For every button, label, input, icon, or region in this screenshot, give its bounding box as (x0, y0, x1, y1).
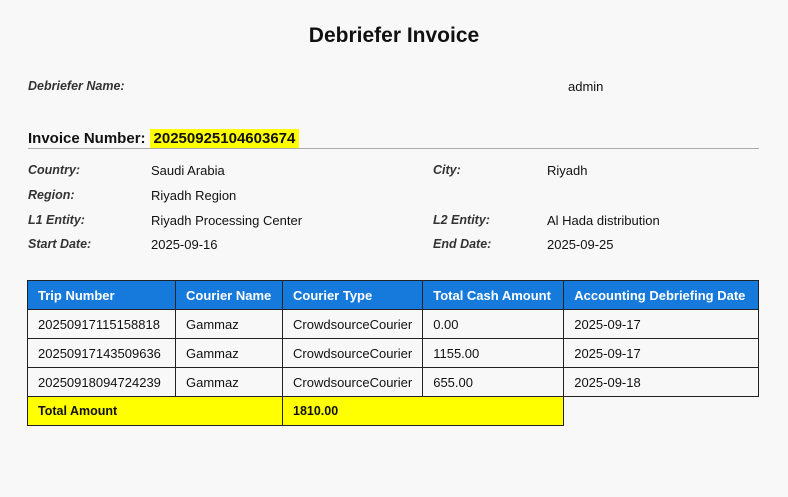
l2-entity-label: L2 Entity: (433, 213, 490, 227)
header-courier-name: Courier Name (175, 280, 283, 310)
invoice-number-value: 20250925104603674 (149, 128, 300, 148)
header-accounting-debriefing-date: Accounting Debriefing Date (563, 280, 760, 310)
cell-courier-type: CrowdsourceCourier (281, 309, 424, 339)
total-row-spacer (563, 396, 759, 426)
cell-courier-type: CrowdsourceCourier (281, 338, 424, 368)
invoice-number-row: Invoice Number: 20250925104603674 (28, 128, 300, 148)
debriefer-name-value: admin (568, 79, 604, 94)
country-value: Saudi Arabia (151, 163, 225, 178)
cell-debriefing-date: 2025-09-17 (563, 338, 760, 368)
table-header-row: Trip Number Courier Name Courier Type To… (27, 280, 760, 310)
city-label: City: (433, 163, 461, 177)
invoice-number-label: Invoice Number: (28, 129, 146, 147)
cell-courier-type: CrowdsourceCourier (281, 367, 424, 397)
cell-total-cash-amount: 1155.00 (422, 338, 565, 368)
start-date-value: 2025-09-16 (151, 237, 218, 252)
page-title: Debriefer Invoice (308, 24, 480, 47)
table-row: 20250918094724239 Gammaz CrowdsourceCour… (27, 367, 760, 397)
divider (28, 148, 759, 149)
cell-total-cash-amount: 655.00 (422, 367, 565, 397)
l1-entity-value: Riyadh Processing Center (151, 213, 303, 228)
l2-entity-value: Al Hada distribution (547, 213, 660, 228)
cell-trip-number: 20250917143509636 (27, 338, 176, 368)
cell-trip-number: 20250917115158818 (27, 309, 176, 339)
end-date-label: End Date: (433, 237, 492, 251)
header-total-cash-amount: Total Cash Amount (422, 280, 565, 310)
cell-total-cash-amount: 0.00 (422, 309, 565, 339)
table-row: 20250917143509636 Gammaz CrowdsourceCour… (27, 338, 760, 368)
region-value: Riyadh Region (151, 188, 237, 203)
region-label: Region: (28, 188, 75, 202)
cell-debriefing-date: 2025-09-18 (563, 367, 760, 397)
header-trip-number: Trip Number (27, 280, 176, 310)
cell-courier-name: Gammaz (175, 309, 283, 339)
total-amount-label: Total Amount (27, 396, 283, 426)
city-value: Riyadh (547, 163, 588, 178)
cell-courier-name: Gammaz (175, 338, 283, 368)
country-label: Country: (28, 163, 81, 177)
total-row: Total Amount 1810.00 (27, 396, 759, 426)
start-date-label: Start Date: (28, 237, 92, 251)
trips-table: Trip Number Courier Name Courier Type To… (27, 280, 760, 426)
header-courier-type: Courier Type (281, 280, 424, 310)
l1-entity-label: L1 Entity: (28, 213, 85, 227)
total-amount-value: 1810.00 (281, 396, 565, 426)
table-row: 20250917115158818 Gammaz CrowdsourceCour… (27, 309, 760, 339)
end-date-value: 2025-09-25 (547, 237, 614, 252)
cell-debriefing-date: 2025-09-17 (563, 309, 760, 339)
cell-trip-number: 20250918094724239 (27, 367, 176, 397)
debriefer-name-label: Debriefer Name: (28, 79, 125, 93)
cell-courier-name: Gammaz (175, 367, 283, 397)
